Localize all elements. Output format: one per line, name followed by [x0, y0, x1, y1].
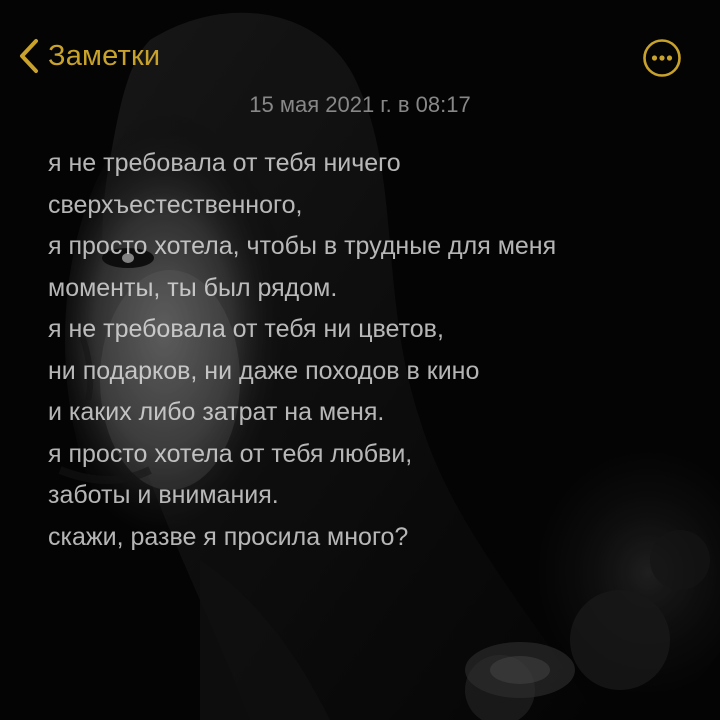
note-date: 15 мая 2021 г. в 08:17 — [249, 92, 471, 117]
note-line: ни подарков, ни даже походов в кино — [48, 356, 480, 385]
note-line: я просто хотела от тебя любви, — [48, 439, 413, 468]
chevron-left-icon — [18, 38, 40, 74]
more-options-button[interactable] — [642, 38, 682, 78]
note-line: заботы и внимания. — [48, 481, 279, 509]
note-body[interactable]: я не требовала от тебя ничего сверхъесте… — [48, 143, 698, 558]
back-button-label: Заметки — [48, 39, 161, 72]
note-line: сверхъестественного, — [48, 190, 303, 219]
back-button[interactable]: Заметки — [18, 36, 160, 76]
note-line: скажи, разве я просила много? — [48, 522, 409, 551]
note-line: и каких либо затрат на меня. — [48, 398, 385, 426]
notes-screen: Заметки 15 мая 2021 г. в 08:17 я не треб… — [0, 0, 720, 720]
ellipsis-circle-icon — [642, 39, 682, 82]
note-line: моменты, ты был рядом. — [48, 273, 338, 302]
note-line: я не требовала от тебя ни цветов, — [48, 315, 444, 343]
note-line: я не требовала от тебя ничего — [48, 149, 401, 177]
note-line: я просто хотела, чтобы в трудные для мен… — [48, 232, 557, 260]
